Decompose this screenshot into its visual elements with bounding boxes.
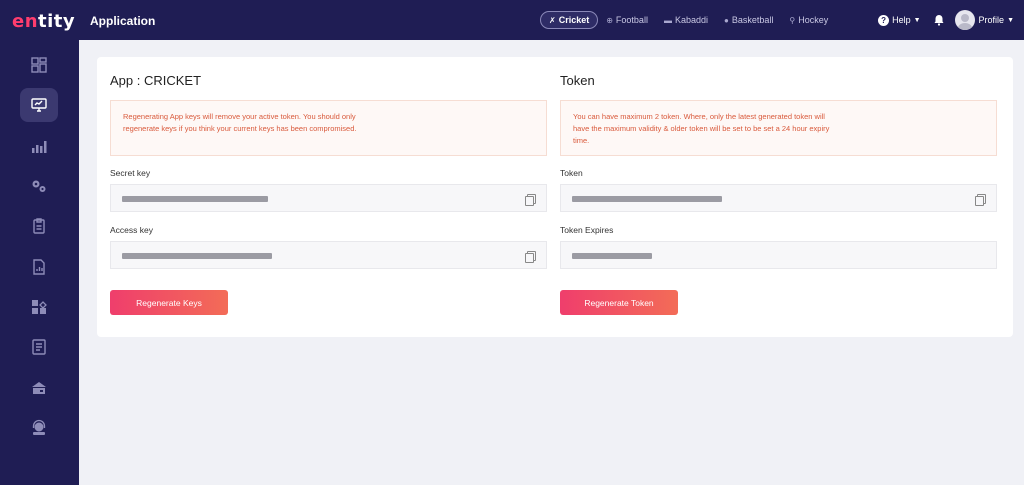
gears-icon (32, 180, 46, 192)
bell-icon (934, 15, 944, 26)
chevron-down-icon: ▼ (1007, 16, 1014, 24)
tab-basketball[interactable]: ● Basketball (716, 11, 781, 29)
notification-bell[interactable] (933, 14, 945, 26)
hockey-icon: ⚲ (789, 15, 796, 25)
chevron-down-icon: ▼ (913, 16, 921, 24)
regenerate-keys-button[interactable]: Regenerate Keys (110, 290, 228, 315)
top-bar: Application ✗ Cricket ⊕ Football ▬ Kabad… (79, 0, 1024, 40)
bar-chart-icon (32, 141, 47, 153)
page-title: Application (90, 14, 156, 28)
tab-label: Basketball (731, 15, 774, 25)
secret-key-label: Secret key (110, 168, 151, 178)
copy-icon[interactable] (525, 194, 536, 206)
token-warning-text: You can have maximum 2 token. Where, onl… (573, 112, 830, 145)
token-title: Token (560, 73, 595, 88)
football-icon: ⊕ (606, 15, 613, 25)
access-key-field[interactable] (110, 241, 547, 269)
cricket-icon: ✗ (549, 15, 556, 25)
secret-key-masked-value (122, 196, 268, 202)
monitor-icon (31, 98, 47, 112)
avatar (954, 10, 975, 30)
token-warning: You can have maximum 2 token. Where, onl… (560, 100, 997, 156)
app-keys-warning-text: Regenerating App keys will remove your a… (123, 112, 357, 133)
app-title: App : CRICKET (110, 73, 202, 88)
token-masked-value (572, 196, 722, 202)
sidebar-item-billing[interactable] (20, 371, 58, 405)
tab-label: Hockey (798, 15, 829, 25)
sidebar-item-widgets[interactable] (20, 290, 58, 324)
sidebar-item-settings[interactable] (20, 169, 58, 203)
tab-cricket[interactable]: ✗ Cricket (540, 11, 599, 29)
credentials-card: App : CRICKET Regenerating App keys will… (97, 57, 1013, 337)
dashboard-icon (31, 57, 47, 73)
help-label: Help (892, 15, 911, 25)
regenerate-token-button[interactable]: Regenerate Token (560, 290, 678, 315)
sidebar-item-dashboard[interactable] (20, 48, 58, 82)
headset-icon (32, 419, 46, 435)
top-right-actions: ? Help ▼ Profile ▼ (878, 10, 1014, 30)
sidebar-item-support[interactable] (20, 411, 58, 445)
token-expires-label: Token Expires (560, 225, 614, 235)
tab-label: Football (615, 15, 648, 25)
sidebar-item-reports[interactable] (20, 209, 58, 243)
tab-hockey[interactable]: ⚲ Hockey (781, 11, 836, 29)
token-expires-masked-value (572, 253, 652, 259)
wallet-icon (32, 382, 46, 394)
tab-kabaddi[interactable]: ▬ Kabaddi (656, 11, 716, 29)
widgets-icon (32, 300, 47, 314)
token-label: Token (560, 168, 583, 178)
token-field[interactable] (560, 184, 997, 212)
sport-tabs: ✗ Cricket ⊕ Football ▬ Kabaddi ● Basketb… (540, 11, 836, 29)
help-icon: ? (878, 14, 890, 26)
help-menu[interactable]: ? Help ▼ (878, 14, 921, 26)
profile-menu[interactable]: Profile ▼ (954, 10, 1014, 30)
logo-text-a: en (12, 10, 39, 32)
sidebar-item-application[interactable] (20, 88, 58, 122)
copy-icon[interactable] (525, 251, 536, 263)
brand-logo[interactable]: en tity (12, 10, 75, 32)
notes-icon (32, 339, 46, 355)
app-keys-warning: Regenerating App keys will remove your a… (110, 100, 547, 156)
basketball-icon: ● (723, 15, 729, 25)
sidebar-item-logs[interactable] (20, 330, 58, 364)
tab-label: Cricket (558, 15, 590, 25)
access-key-masked-value (122, 253, 272, 259)
secret-key-field[interactable] (110, 184, 547, 212)
token-expires-field (560, 241, 997, 269)
access-key-label: Access key (110, 225, 153, 235)
logo-text-b: tity (38, 10, 76, 32)
clipboard-icon (33, 218, 45, 234)
sidebar-item-analytics[interactable] (20, 129, 58, 163)
sidebar-item-documents[interactable] (20, 250, 58, 284)
sidebar: en tity (0, 0, 79, 485)
kabaddi-icon: ▬ (663, 15, 672, 25)
copy-icon[interactable] (975, 194, 986, 206)
tab-football[interactable]: ⊕ Football (598, 11, 656, 29)
document-chart-icon (33, 259, 45, 275)
profile-label: Profile (978, 15, 1005, 25)
tab-label: Kabaddi (674, 15, 708, 25)
